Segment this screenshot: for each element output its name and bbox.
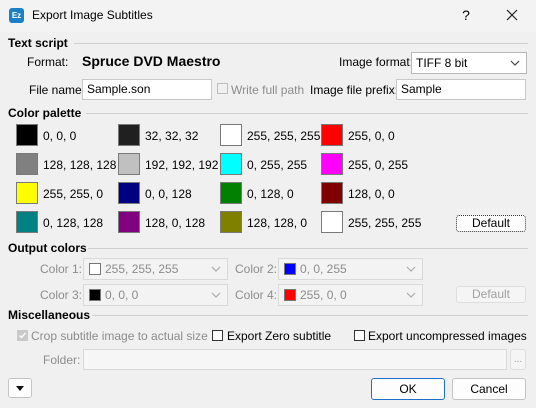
export-zero-checkbox[interactable] [212,330,223,341]
output-colors-header: Output colors [8,241,87,255]
palette-swatch[interactable] [16,182,38,204]
ok-button[interactable]: OK [371,378,445,400]
color1-label: Color 1: [40,262,83,276]
color1-swatch [89,263,101,275]
color2-label: Color 2: [235,262,278,276]
export-uncompressed-label: Export uncompressed images [368,329,527,343]
color3-label: Color 3: [40,288,83,302]
folder-label: Folder: [43,353,81,367]
chevron-down-icon [510,60,520,66]
palette-swatch[interactable] [118,124,140,146]
image-format-value: TIFF 8 bit [416,56,468,70]
image-format-label: Image format: [339,55,414,69]
palette-swatch-label: 0, 128, 128 [43,216,104,230]
palette-swatch-label: 255, 0, 255 [348,158,409,172]
palette-swatch-label: 255, 255, 255 [247,129,321,143]
format-label: Format: [27,55,69,69]
file-name-input[interactable]: Sample.son [82,79,212,100]
triangle-down-icon [16,386,24,391]
divider [86,113,528,114]
palette-default-button[interactable]: Default [456,215,526,232]
palette-swatch[interactable] [220,182,242,204]
color2-select[interactable]: 0, 0, 255 [278,258,423,280]
checkmark-icon [19,332,27,339]
color3-select[interactable]: 0, 0, 0 [83,284,228,306]
chevron-down-icon [211,292,221,298]
export-zero-label: Export Zero subtitle [227,329,332,343]
color4-swatch [284,289,296,301]
palette-swatch[interactable] [220,153,242,175]
palette-swatch-label: 128, 0, 128 [145,216,206,230]
palette-swatch[interactable] [321,211,343,233]
file-name-label: File name: [29,83,86,97]
divider [74,43,528,44]
palette-swatch[interactable] [118,153,140,175]
color4-value: 255, 0, 0 [300,288,347,302]
palette-swatch[interactable] [321,124,343,146]
crop-label: Crop subtitle image to actual size [31,329,208,343]
text-script-header: Text script [8,36,68,50]
color4-label: Color 4: [235,288,278,302]
image-prefix-input[interactable]: Sample [396,79,526,100]
divider [88,248,528,249]
palette-swatch-label: 255, 255, 255 [348,216,422,230]
palette-swatch-label: 192, 192, 192 [145,158,219,172]
color-palette-header: Color palette [8,106,82,120]
color1-value: 255, 255, 255 [105,262,179,276]
palette-swatch-label: 255, 255, 0 [43,187,104,201]
cancel-button[interactable]: Cancel [452,378,526,400]
palette-swatch-label: 32, 32, 32 [145,129,199,143]
chevron-down-icon [211,266,221,272]
output-default-button[interactable]: Default [456,286,526,303]
close-icon [506,9,518,21]
palette-swatch-label: 128, 128, 128 [43,158,117,172]
more-options-button[interactable] [8,378,32,398]
chevron-down-icon [406,292,416,298]
browse-button[interactable]: ... [510,349,526,370]
color1-select[interactable]: 255, 255, 255 [83,258,228,280]
image-format-select[interactable]: TIFF 8 bit [411,52,527,74]
title-bar: Ez Export Image Subtitles ? [0,0,536,32]
palette-swatch[interactable] [16,211,38,233]
folder-input[interactable] [83,349,507,370]
help-button[interactable]: ? [452,4,480,26]
chevron-down-icon [406,266,416,272]
export-uncompressed-checkbox[interactable] [354,330,365,341]
app-icon: Ez [9,8,24,23]
palette-swatch[interactable] [321,153,343,175]
palette-swatch[interactable] [16,124,38,146]
close-button[interactable] [498,4,526,26]
crop-checkbox[interactable] [17,330,28,341]
palette-swatch-label: 0, 0, 128 [145,187,192,201]
palette-swatch-label: 128, 0, 0 [348,187,395,201]
palette-swatch-label: 0, 0, 0 [43,129,77,143]
palette-swatch[interactable] [118,211,140,233]
palette-swatch-label: 255, 0, 0 [348,129,395,143]
color3-swatch [89,289,101,301]
color3-value: 0, 0, 0 [105,288,139,302]
palette-swatch-label: 0, 255, 255 [247,158,308,172]
palette-swatch-label: 128, 128, 0 [247,216,308,230]
palette-swatch[interactable] [118,182,140,204]
palette-swatch[interactable] [220,124,242,146]
color2-swatch [284,263,296,275]
write-full-path-label: Write full path [231,83,305,97]
palette-swatch[interactable] [16,153,38,175]
miscellaneous-header: Miscellaneous [8,308,91,322]
palette-swatch[interactable] [220,211,242,233]
palette-swatch[interactable] [321,182,343,204]
color4-select[interactable]: 255, 0, 0 [278,284,423,306]
palette-swatch-label: 0, 128, 0 [247,187,294,201]
window-title: Export Image Subtitles [32,8,153,22]
color2-value: 0, 0, 255 [300,262,347,276]
format-value: Spruce DVD Maestro [82,53,221,69]
write-full-path-checkbox[interactable] [217,83,228,94]
image-prefix-label: Image file prefix: [310,83,399,97]
divider [92,315,528,316]
